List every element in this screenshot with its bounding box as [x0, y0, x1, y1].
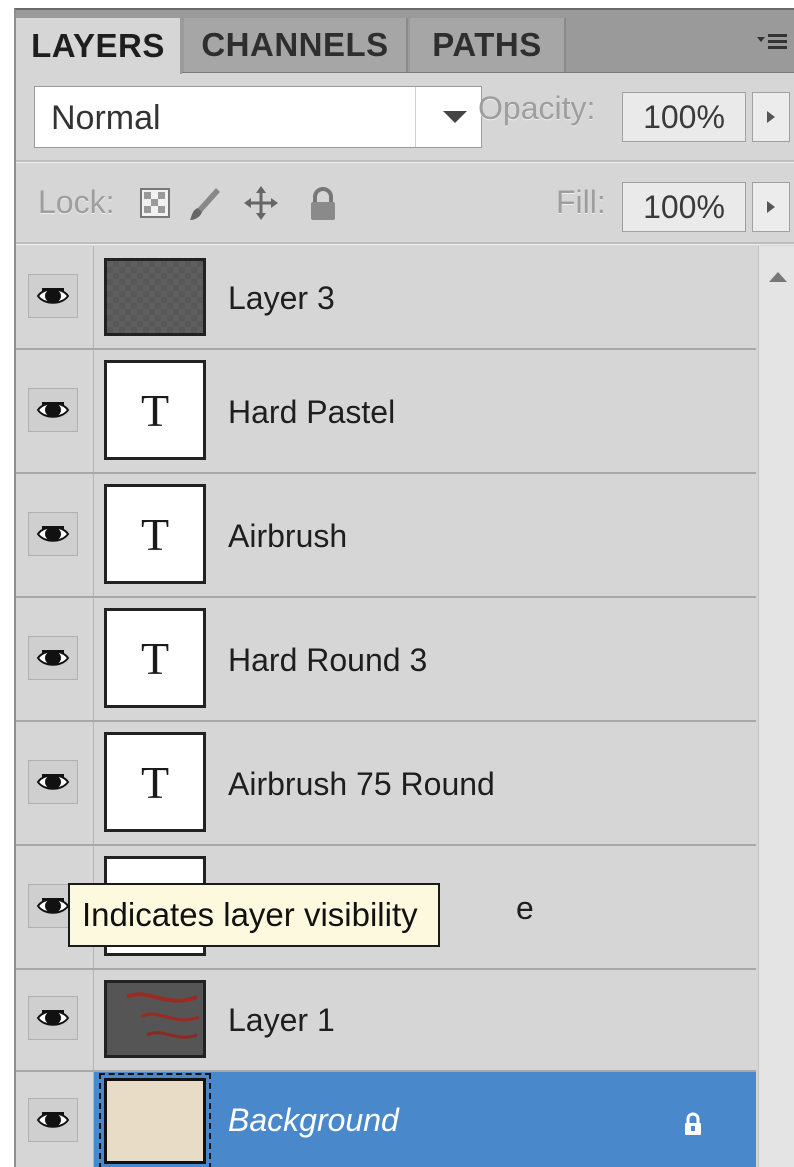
tab-layers[interactable]: LAYERS — [16, 18, 182, 74]
layers-list: Layer 3 T Hard Pastel T Airbrush T Hard … — [16, 246, 756, 1167]
lock-all-icon[interactable] — [306, 186, 340, 220]
opacity-field[interactable]: 100% — [622, 92, 746, 142]
layer-row-selected[interactable]: Background — [16, 1072, 756, 1167]
blend-row: Normal Opacity: 100% — [16, 72, 794, 162]
layer-name[interactable]: Layer 1 — [228, 1002, 335, 1039]
text-layer-glyph: T — [140, 508, 170, 560]
text-layer-thumbnail: T — [104, 360, 206, 460]
divider — [16, 242, 794, 245]
layers-scrollbar[interactable] — [758, 246, 794, 1167]
layer-name[interactable]: e — [516, 890, 534, 927]
eye-icon[interactable] — [28, 636, 78, 680]
layer-thumbnail — [104, 258, 206, 336]
fill-field[interactable]: 100% — [622, 182, 746, 232]
eye-icon[interactable] — [28, 996, 78, 1040]
tooltip: Indicates layer visibility — [68, 883, 440, 947]
divider — [16, 160, 794, 163]
visibility-cell — [16, 474, 94, 596]
lock-label: Lock: — [38, 184, 115, 220]
layer-name[interactable]: Hard Pastel — [228, 394, 395, 431]
blend-mode-value: Normal — [51, 99, 161, 137]
visibility-cell — [16, 246, 94, 348]
visibility-cell — [16, 1072, 94, 1167]
visibility-cell — [16, 598, 94, 720]
opacity-slider-button[interactable] — [752, 92, 790, 142]
opacity-label: Opacity: — [478, 90, 596, 126]
eye-icon[interactable] — [28, 388, 78, 432]
eye-icon[interactable] — [28, 512, 78, 556]
blend-mode-select[interactable]: Normal — [34, 86, 482, 148]
tab-paths[interactable]: PATHS — [410, 18, 566, 72]
visibility-cell — [16, 970, 94, 1070]
text-layer-glyph: T — [140, 756, 170, 808]
text-layer-thumbnail: T — [104, 608, 206, 708]
chevron-down-icon — [443, 111, 467, 123]
select-divider — [415, 87, 416, 147]
layer-row[interactable]: T Hard Pastel — [16, 350, 756, 474]
lock-icon — [682, 1112, 704, 1136]
lock-row: Lock: Fill: 100% — [16, 164, 794, 244]
eye-icon[interactable] — [28, 274, 78, 318]
layer-name[interactable]: Hard Round 3 — [228, 642, 427, 679]
text-layer-thumbnail: T — [104, 484, 206, 584]
scroll-up-arrow-icon[interactable] — [769, 272, 787, 282]
tab-bar: LAYERS CHANNELS PATHS — [16, 10, 794, 74]
eye-icon[interactable] — [28, 760, 78, 804]
panel-menu-icon[interactable] — [754, 24, 790, 60]
layer-row[interactable]: T Airbrush — [16, 474, 756, 598]
layer-name[interactable]: Background — [228, 1102, 399, 1139]
chevron-right-icon — [767, 111, 775, 123]
layer-name[interactable]: Airbrush — [228, 518, 347, 555]
chevron-right-icon — [767, 201, 775, 213]
text-layer-thumbnail: T — [104, 732, 206, 832]
visibility-cell — [16, 350, 94, 472]
fill-slider-button[interactable] — [752, 182, 790, 232]
layer-row[interactable]: Layer 3 — [16, 246, 756, 350]
fill-label: Fill: — [556, 184, 606, 220]
layer-row[interactable]: T Hard Round 3 — [16, 598, 756, 722]
layer-name[interactable]: Airbrush 75 Round — [228, 766, 495, 803]
layer-thumbnail — [104, 980, 206, 1058]
text-layer-glyph: T — [140, 384, 170, 436]
lock-transparent-pixels-icon[interactable] — [138, 186, 172, 220]
text-layer-glyph: T — [140, 632, 170, 684]
layer-row[interactable]: Layer 1 — [16, 970, 756, 1072]
lock-image-pixels-brush-icon[interactable] — [188, 186, 222, 220]
background-thumbnail — [99, 1073, 211, 1167]
layer-row[interactable]: T Airbrush 75 Round — [16, 722, 756, 846]
eye-icon[interactable] — [28, 1098, 78, 1142]
layer-name[interactable]: Layer 3 — [228, 280, 335, 317]
lock-position-move-icon[interactable] — [244, 186, 278, 220]
visibility-cell — [16, 722, 94, 844]
tab-channels[interactable]: CHANNELS — [184, 18, 408, 72]
layers-panel: LAYERS CHANNELS PATHS Normal Opacity: 10… — [14, 8, 794, 1167]
